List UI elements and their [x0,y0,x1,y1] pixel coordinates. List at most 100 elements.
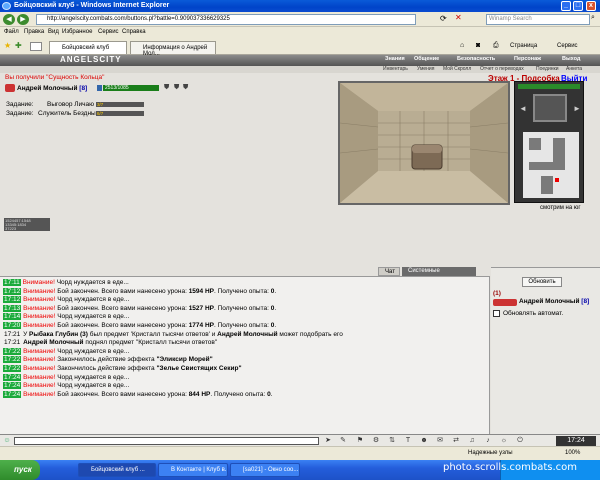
submenu-scroll[interactable]: Мой Скролл [443,66,471,72]
map-grid [523,132,579,198]
menu-file[interactable]: Файл [4,29,19,35]
music-icon[interactable]: ♪ [484,437,492,445]
chat-timestamp: 17:21 [4,339,21,347]
refresh-icon[interactable]: ⟳ [440,14,447,23]
settings-icon[interactable]: ⚙ [372,437,380,445]
status-bar: Надежные узлы 100% [0,446,600,460]
zoom-level[interactable]: 100% [565,450,580,456]
minimap[interactable]: ◄ ► [514,81,584,203]
topmenu-security[interactable]: Безопасность [457,56,495,62]
window-titlebar: Бойцовский клуб - Windows Internet Explo… [0,0,600,12]
print-icon[interactable]: ⎙ [493,42,499,50]
task-label: Задание: [6,101,34,108]
scroll-icon[interactable]: ⇅ [388,437,396,445]
chat-line: 17:24 Внимание! Бой закончен. Всего вами… [3,390,486,400]
filter-icon[interactable]: ⚑ [356,437,364,445]
add-favorite-icon[interactable]: ✚ [15,41,22,50]
chat-timestamp: 17:11 [3,279,21,286]
online-user[interactable]: Андрей Молочный [8] [519,298,589,305]
info-icon[interactable] [97,85,102,91]
chat-bold: Рыбака Глубин (3) [29,330,88,338]
hp-bar: 2513/1085 [103,85,159,91]
chat-timestamp: 17:14 [3,313,22,321]
character-name[interactable]: Андрей Молочный [8] [17,85,87,92]
chat-bold: 1774 HP [188,321,214,329]
home-icon[interactable]: ⌂ [460,42,464,49]
clear-icon[interactable]: ✎ [339,437,347,445]
internet-explorer-icon [2,2,11,10]
submenu-battles[interactable]: Поединки [536,66,559,72]
compass-icon[interactable] [533,94,567,122]
search-icon[interactable]: ⌕ [591,14,595,22]
feeds-icon[interactable]: ◙ [476,42,480,49]
shield-icon: ⛊ [174,84,180,91]
taskbar-item-chat[interactable]: [sa021] - Окно соо... [230,463,300,477]
chat-timestamp: 17:20 [3,321,22,329]
chat-input[interactable] [14,437,319,445]
dungeon-view[interactable] [338,81,510,205]
tab-game[interactable]: Бойцовский клуб [49,41,127,54]
refresh-button[interactable]: Обновить [522,277,562,287]
close-button[interactable]: x [586,1,596,11]
taskbar-item-vkontakte[interactable]: В Контакте | Клуб в... [158,463,228,477]
smile-list-icon[interactable]: ☻ [420,437,428,445]
chat-text: может подобрать его [277,330,343,338]
chat-line: 17:13 Внимание! Бой закончен. Всего вами… [3,304,486,314]
turn-right-icon[interactable]: ► [573,104,581,113]
counter-box: 1524457:1548 13345:1834 37223 [4,218,50,231]
taskbar-item-game[interactable]: Бойцовский клуб ... [78,463,156,477]
chat-bold: 1594 HP [188,287,214,295]
shield-icon: ⛊ [164,84,170,91]
tab-system-messages[interactable]: Системные сообщения [402,267,476,283]
tab-info[interactable]: Информация о Андрей Мол... [130,41,216,57]
submenu-skills[interactable]: Умения [417,66,434,72]
search-input[interactable]: Winamp Search [486,14,590,25]
sound-icon[interactable]: ♫ [468,437,476,445]
tools-menu[interactable]: Сервис [557,43,578,49]
stop-icon[interactable]: ✕ [455,13,462,22]
tab-chat[interactable]: Чат [378,267,400,276]
mail-icon[interactable]: ✉ [436,437,444,445]
quit-icon[interactable]: ⏻ [516,437,524,445]
shield-icon: ⛊ [183,84,189,91]
auto-refresh-checkbox[interactable] [493,310,500,317]
address-input[interactable]: http://angelscity.combats.com/buttons.pl… [36,14,416,25]
chat-line: 17:21 У Рыбака Глубин (3) был предмет 'К… [3,331,486,340]
translit-icon[interactable]: T [404,437,412,445]
clan-icon [493,299,517,306]
page-menu[interactable]: Страница [510,43,537,49]
menu-help[interactable]: Справка [122,29,146,35]
chat-input-bar: ☺ ➤ ✎ ⚑ ⚙ ⇅ T ☻ ✉ ⇄ ♫ ♪ ☼ ⏻ 17:24 [0,434,600,446]
menu-tools[interactable]: Сервис [98,29,119,35]
submenu-profile[interactable]: Анкета [566,66,582,72]
topmenu-character[interactable]: Персонаж [514,56,541,62]
menu-favorites[interactable]: Избранное [62,29,92,35]
menu-edit[interactable]: Правка [24,29,44,35]
chat-text: Бой закончен. Всего вами нанесено урона: [57,304,189,312]
submenu-transfers[interactable]: Отчет о переводах [480,66,524,72]
minimize-button[interactable]: _ [561,1,571,11]
submenu-inventory[interactable]: Инвентарь [383,66,408,72]
watermark: photo.scrolls.combats.com [443,462,578,473]
chat-timestamp: 17:24 [3,382,22,390]
chat-line: 17:24 Внимание! Чорд нуждается в еде... [3,373,486,383]
back-icon[interactable]: ◀ [3,14,15,25]
chat-text: Закончилось действие эффекта [57,356,157,364]
topmenu-exit[interactable]: Выход [562,56,580,62]
chat-warning-prefix: Внимание! [23,287,56,295]
send-icon[interactable]: ➤ [324,437,332,445]
maximize-button[interactable]: □ [573,1,583,11]
chat-timestamp: 17:24 [3,373,22,381]
chat-timestamp: 17:13 [3,304,22,312]
emoticon-icon[interactable]: ☺ [3,437,11,445]
turn-left-icon[interactable]: ◄ [519,104,527,113]
menu-view[interactable]: Вид [48,29,59,35]
quick-tabs-icon[interactable] [30,42,42,51]
exchange-icon[interactable]: ⇄ [452,437,460,445]
forward-icon[interactable]: ▶ [17,14,29,25]
start-button[interactable]: пуск [0,460,40,480]
friends-icon[interactable]: ☼ [500,437,508,445]
topmenu-knowledge[interactable]: Знания [385,56,405,62]
topmenu-chat[interactable]: Общение [414,56,439,62]
favorites-star-icon[interactable]: ★ [4,41,11,50]
